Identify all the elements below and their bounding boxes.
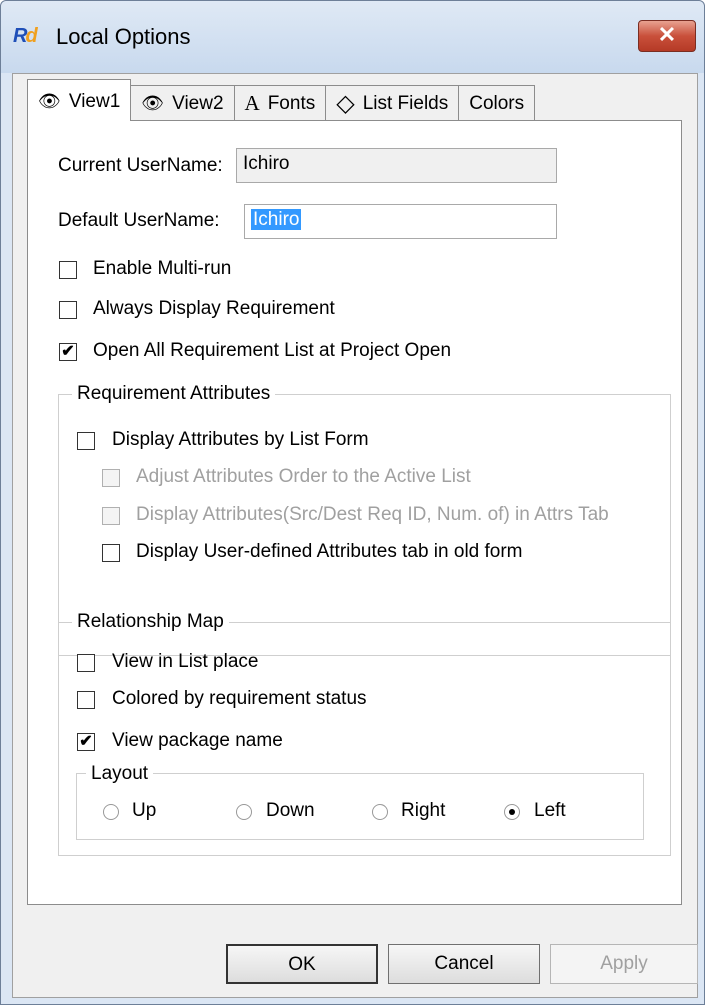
title-bar[interactable]: Rd Local Options ✕: [1, 1, 704, 73]
display-attributes-src-dest-label: Display Attributes(Src/Dest Req ID, Num.…: [136, 504, 609, 525]
check-mark-icon: ✔: [79, 733, 93, 750]
tab-view1[interactable]: 👁 View1: [27, 79, 132, 121]
tab-view2[interactable]: 👁 View2: [130, 85, 235, 121]
check-mark-icon: ✔: [61, 343, 75, 360]
adjust-attributes-order-checkbox[interactable]: [102, 469, 120, 487]
default-username-label: Default UserName:: [58, 210, 220, 231]
layout-down-radio[interactable]: [236, 804, 252, 820]
ok-button[interactable]: OK: [226, 944, 378, 984]
layout-up-radio[interactable]: [103, 804, 119, 820]
layout-up-label: Up: [132, 800, 157, 821]
enable-multi-run-checkbox[interactable]: [59, 261, 77, 279]
default-username-value: Ichiro: [251, 209, 302, 230]
tab-label: List Fields: [362, 92, 449, 114]
layout-right-label: Right: [401, 800, 446, 821]
colored-by-status-checkbox[interactable]: [77, 691, 95, 709]
tab-label: View2: [172, 92, 224, 114]
local-options-dialog: Rd Local Options ✕ 👁 View1 👁 View2 A Fon…: [0, 0, 705, 1005]
tab-label: Colors: [469, 92, 525, 114]
layout-right-radio[interactable]: [372, 804, 388, 820]
current-username-label: Current UserName:: [58, 155, 223, 176]
display-attributes-src-dest-checkbox[interactable]: [102, 507, 120, 525]
dialog-client-area: 👁 View1 👁 View2 A Fonts ◇ List Fields Co…: [12, 73, 698, 998]
open-all-requirement-list-label: Open All Requirement List at Project Ope…: [93, 340, 452, 361]
view-in-list-place-label: View in List place: [112, 651, 259, 672]
layout-left-label: Left: [534, 800, 566, 821]
eye-icon: 👁: [38, 91, 61, 111]
relationship-map-title: Relationship Map: [72, 611, 229, 633]
layout-left-radio[interactable]: [504, 804, 520, 820]
adjust-attributes-order-label: Adjust Attributes Order to the Active Li…: [136, 466, 471, 487]
cancel-button[interactable]: Cancel: [388, 944, 540, 984]
tab-list-fields[interactable]: ◇ List Fields: [325, 85, 460, 121]
display-user-defined-attributes-checkbox[interactable]: [102, 544, 120, 562]
enable-multi-run-label: Enable Multi-run: [93, 258, 232, 279]
font-icon: A: [244, 91, 260, 115]
tab-colors[interactable]: Colors: [458, 85, 536, 121]
rd-app-icon: Rd: [13, 25, 38, 47]
layout-down-label: Down: [266, 800, 315, 821]
eye-icon: 👁: [141, 93, 165, 113]
open-all-requirement-list-checkbox[interactable]: ✔: [59, 343, 77, 361]
colored-by-status-label: Colored by requirement status: [112, 688, 367, 709]
apply-button[interactable]: Apply: [550, 944, 698, 984]
default-username-field[interactable]: Ichiro: [244, 204, 557, 239]
view1-panel: Current UserName: Ichiro Default UserNam…: [27, 120, 682, 905]
view-package-name-label: View package name: [112, 730, 283, 751]
layout-title: Layout: [86, 763, 154, 785]
current-username-value: Ichiro: [243, 153, 290, 174]
always-display-requirement-label: Always Display Requirement: [93, 298, 335, 319]
display-user-defined-attributes-label: Display User-defined Attributes tab in o…: [136, 541, 523, 562]
display-attributes-by-list-form-label: Display Attributes by List Form: [112, 429, 369, 450]
close-icon: ✕: [657, 22, 677, 47]
tab-label: View1: [68, 90, 121, 112]
tab-strip: 👁 View1 👁 View2 A Fonts ◇ List Fields Co…: [27, 79, 536, 121]
view-in-list-place-checkbox[interactable]: [77, 654, 95, 672]
current-username-field: Ichiro: [236, 148, 557, 183]
requirement-attributes-title: Requirement Attributes: [72, 383, 276, 405]
window-title: Local Options: [56, 24, 191, 49]
always-display-requirement-checkbox[interactable]: [59, 301, 77, 319]
display-attributes-by-list-form-checkbox[interactable]: [77, 432, 95, 450]
tab-label: Fonts: [267, 92, 316, 114]
diamond-icon: ◇: [336, 90, 355, 117]
tab-fonts[interactable]: A Fonts: [233, 85, 327, 121]
view-package-name-checkbox[interactable]: ✔: [77, 733, 95, 751]
close-button[interactable]: ✕: [638, 20, 696, 52]
